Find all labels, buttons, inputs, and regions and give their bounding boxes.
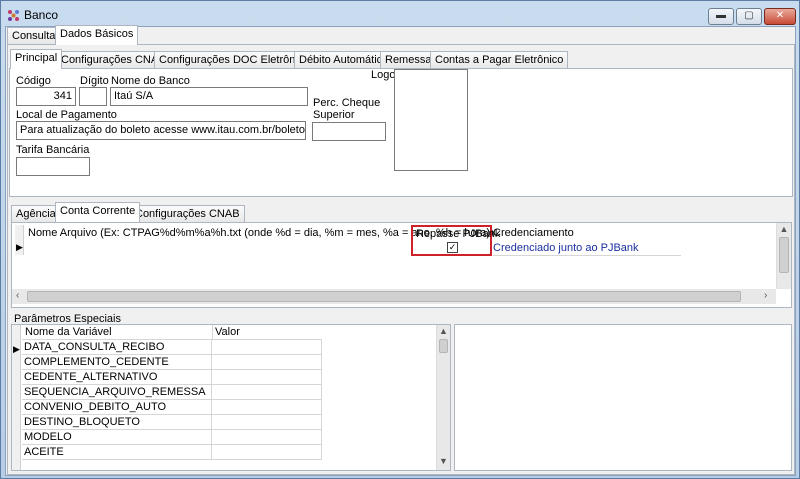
scroll-left-icon[interactable]: ‹: [16, 290, 19, 301]
table-row[interactable]: DATA_CONSULTA_RECIBO: [22, 340, 322, 355]
header-divider: [212, 325, 213, 340]
perc-cheque-label-2: Superior: [313, 109, 355, 121]
hscroll-thumb[interactable]: [27, 291, 741, 302]
param-scroll-up-icon[interactable]: ▲: [437, 326, 450, 336]
codigo-label: Código: [16, 75, 51, 87]
codigo-field[interactable]: 341: [16, 87, 76, 106]
valor-cell[interactable]: [212, 340, 322, 355]
tab-conta-corrente[interactable]: Conta Corrente: [55, 202, 141, 222]
tarifa-bancaria-label: Tarifa Bancária: [16, 144, 90, 156]
parametros-grid: ▶ Nome da Variável Valor DATA_CONSULTA_R…: [11, 324, 451, 471]
param-header: Nome da Variável Valor: [22, 325, 322, 340]
table-row[interactable]: SEQUENCIA_ARQUIVO_REMESSA: [22, 385, 322, 400]
nome-banco-label: Nome do Banco: [111, 75, 190, 87]
digito-field[interactable]: [79, 87, 107, 106]
table-row[interactable]: CEDENTE_ALTERNATIVO: [22, 370, 322, 385]
logo-label: Logo: [371, 69, 396, 81]
col-valor: Valor: [215, 326, 240, 338]
window-title: Banco: [24, 8, 59, 22]
valor-cell[interactable]: [212, 370, 322, 385]
minimize-button[interactable]: ▬: [708, 8, 734, 25]
scroll-thumb[interactable]: [779, 237, 789, 273]
col-credenciamento: Credenciamento: [493, 227, 574, 239]
tarifa-bancaria-field[interactable]: [16, 157, 90, 176]
close-button[interactable]: ✕: [764, 8, 796, 25]
maximize-button[interactable]: ▢: [736, 8, 762, 25]
row-indicator: ▶: [15, 225, 24, 255]
tab-principal[interactable]: Principal: [10, 49, 63, 69]
table-row[interactable]: COMPLEMENTO_CEDENTE: [22, 355, 322, 370]
tab-remessa[interactable]: Remessa: [380, 51, 437, 69]
digito-label: Dígito: [80, 75, 109, 87]
tab-dados-basicos[interactable]: Dados Básicos: [55, 25, 139, 45]
param-row-indicator: ▶: [12, 325, 21, 470]
app-icon: [8, 10, 19, 21]
tab-agencia[interactable]: Agência: [11, 205, 61, 223]
tab-consulta[interactable]: Consulta: [7, 27, 61, 45]
minimize-icon: ▬: [716, 10, 726, 21]
table-row[interactable]: MODELO: [22, 430, 322, 445]
param-detail-panel[interactable]: [454, 324, 792, 471]
valor-cell[interactable]: [212, 445, 322, 460]
tab-debito-automatico[interactable]: Débito Automático: [294, 51, 394, 69]
perc-cheque-field[interactable]: [312, 122, 386, 141]
logo-image[interactable]: [394, 69, 468, 171]
close-icon: ✕: [775, 10, 785, 21]
param-scroll-down-icon[interactable]: ▼: [437, 456, 450, 466]
scroll-right-icon[interactable]: ›: [764, 290, 767, 301]
tab-configuracoes-doc[interactable]: Configurações DOC Eletrônico: [154, 51, 315, 69]
valor-cell[interactable]: [212, 355, 322, 370]
conta-vscrollbar[interactable]: ▲: [776, 223, 791, 289]
table-row[interactable]: DESTINO_BLOQUETO: [22, 415, 322, 430]
conta-grid: ▶ Nome Arquivo (Ex: CTPAG%d%m%a%h.txt (o…: [15, 225, 775, 256]
principal-panel: Código 341 Dígito Nome do Banco Itaú S/A…: [9, 68, 793, 197]
param-row-pointer-icon: ▶: [13, 344, 20, 354]
local-pagamento-field[interactable]: Para atualização do boleto acesse www.it…: [16, 121, 306, 140]
table-row[interactable]: CONVENIO_DEBITO_AUTO: [22, 400, 322, 415]
maximize-icon: ▢: [744, 10, 754, 21]
local-pagamento-label: Local de Pagamento: [16, 109, 117, 121]
col-variavel: Nome da Variável: [25, 326, 112, 338]
credenciamento-value[interactable]: Credenciado junto ao PJBank: [493, 242, 639, 254]
dados-basicos-page: Principal Configurações CNAB Configuraçõ…: [7, 44, 795, 475]
param-rows: DATA_CONSULTA_RECIBO COMPLEMENTO_CEDENTE…: [22, 340, 322, 470]
param-scroll-thumb[interactable]: [439, 339, 448, 353]
col-repasse: Repasse PJBank: [416, 228, 501, 240]
scroll-up-icon[interactable]: ▲: [777, 224, 791, 234]
valor-cell[interactable]: [212, 430, 322, 445]
nome-banco-field[interactable]: Itaú S/A: [110, 87, 308, 106]
param-vscrollbar[interactable]: ▲ ▼: [436, 325, 450, 470]
repasse-highlight: Repasse PJBank ✓: [411, 225, 500, 256]
conta-hscrollbar[interactable]: ‹ ›: [12, 289, 776, 304]
banco-window: Banco ▬ ▢ ✕ Consulta Dados Básicos Princ…: [0, 0, 800, 479]
table-row[interactable]: ACEITE: [22, 445, 322, 460]
valor-cell[interactable]: [212, 385, 322, 400]
repasse-checkbox[interactable]: ✓: [447, 242, 458, 253]
conta-corrente-panel: ▶ Nome Arquivo (Ex: CTPAG%d%m%a%h.txt (o…: [11, 222, 792, 308]
valor-cell[interactable]: [212, 400, 322, 415]
client-area: Consulta Dados Básicos Principal Configu…: [5, 25, 796, 476]
row-pointer-icon: ▶: [16, 242, 23, 252]
tab-configuracoes-cnab-conta[interactable]: Configurações CNAB: [130, 205, 245, 223]
perc-cheque-label: Perc. Cheque: [313, 97, 381, 109]
valor-cell[interactable]: [212, 415, 322, 430]
tab-contas-pagar[interactable]: Contas a Pagar Eletrônico: [430, 51, 569, 69]
grid-divider: [493, 255, 681, 256]
